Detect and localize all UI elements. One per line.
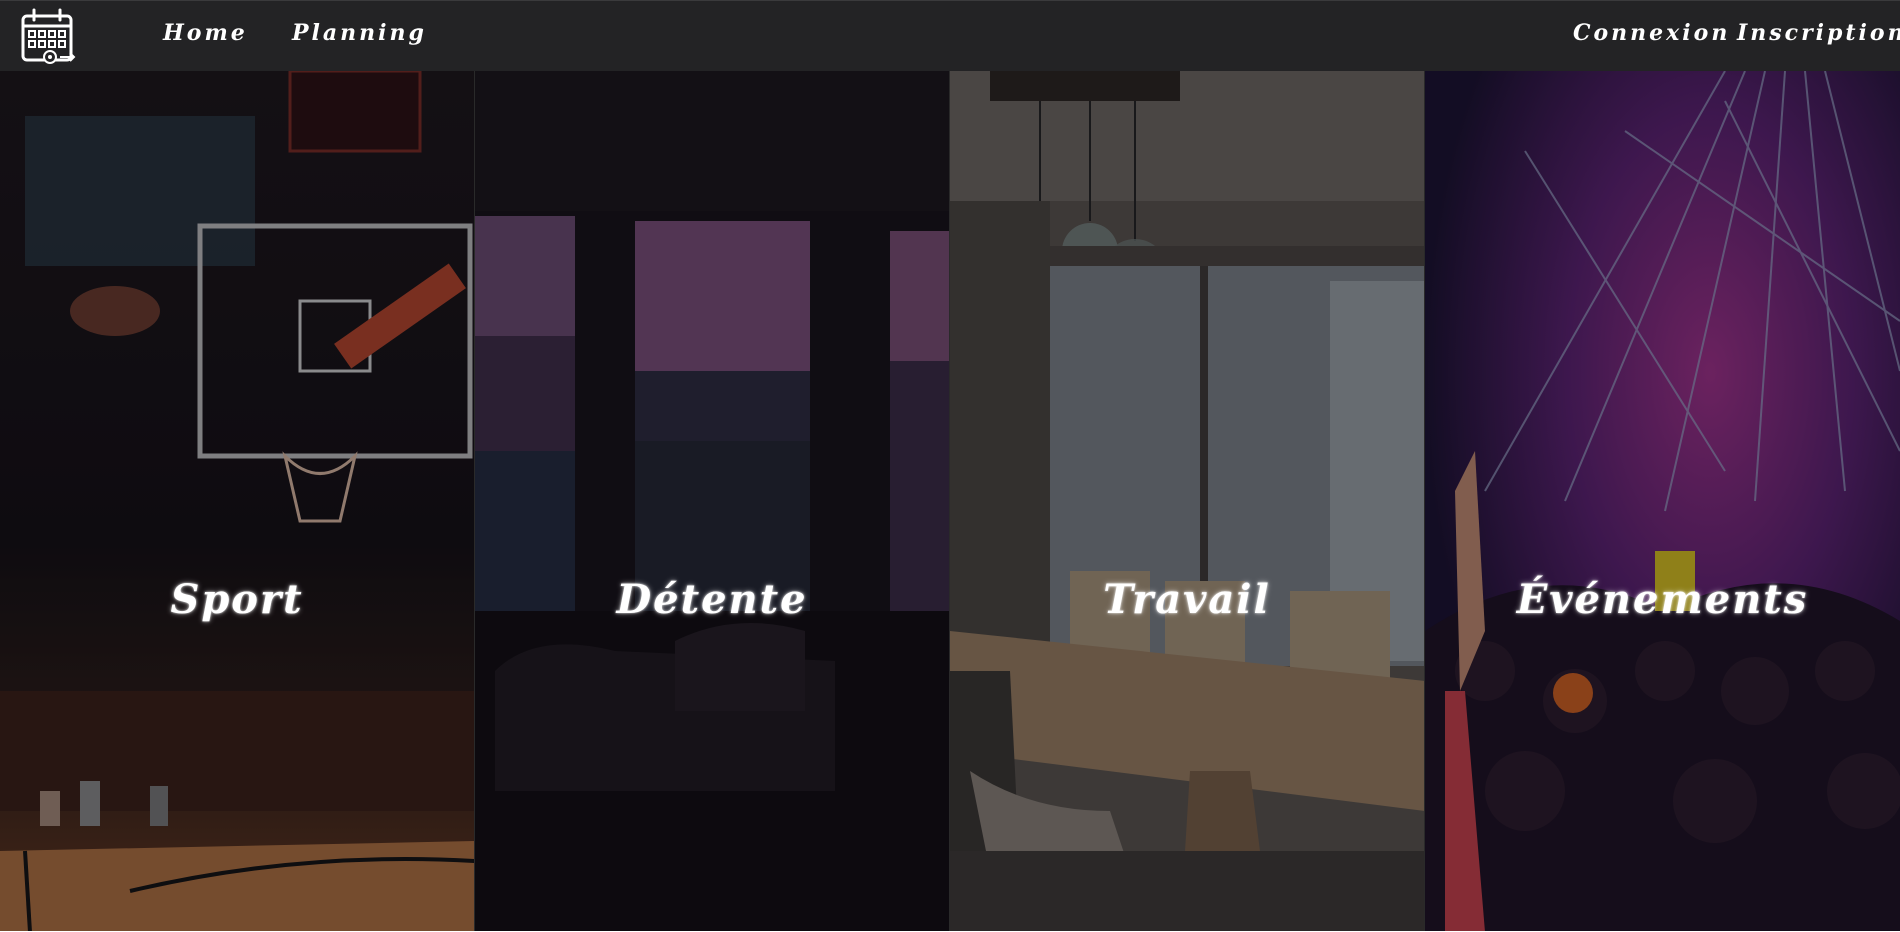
category-panel-detente[interactable]: Détente (475, 71, 950, 932)
panel-title-evenements: Événements (1516, 576, 1809, 623)
nav-signup-link[interactable]: Inscription (1737, 20, 1900, 46)
panel-overlay (0, 71, 474, 932)
panel-title-detente: Détente (616, 576, 808, 623)
category-panels: Sport Détente Travail Événements (0, 71, 1900, 932)
calendar-gear-icon[interactable] (20, 7, 76, 65)
nav-login-link[interactable]: Connexion (1573, 20, 1730, 46)
panel-overlay (475, 71, 949, 932)
panel-overlay (1425, 71, 1900, 932)
category-panel-evenements[interactable]: Événements (1425, 71, 1900, 932)
panel-title-sport: Sport (170, 576, 304, 623)
category-panel-sport[interactable]: Sport (0, 71, 475, 932)
panel-title-travail: Travail (1103, 576, 1271, 623)
top-navbar: Home Planning Connexion Inscription (0, 0, 1900, 71)
nav-planning-link[interactable]: Planning (292, 20, 427, 46)
category-panel-travail[interactable]: Travail (950, 71, 1425, 932)
panel-overlay (950, 71, 1424, 932)
nav-home-link[interactable]: Home (163, 20, 248, 46)
